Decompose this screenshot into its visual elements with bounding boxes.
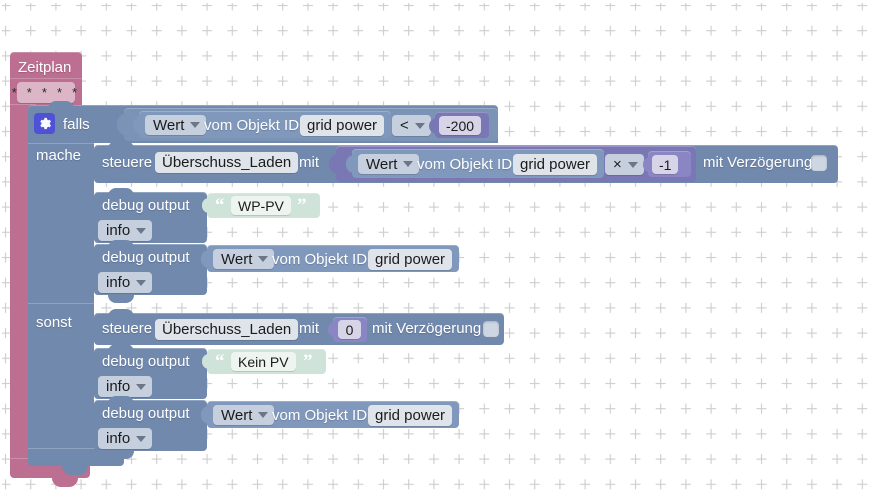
chevron-down-icon xyxy=(627,161,638,168)
else-debug-value-top-nub xyxy=(108,396,134,404)
if-block-if-label: falls xyxy=(63,116,90,133)
chevron-down-icon xyxy=(136,279,147,286)
then-math-object-label: vom Objekt ID xyxy=(417,156,513,173)
if-block-top-nub xyxy=(48,101,74,109)
else-control-with-label: mit xyxy=(299,320,319,337)
else-control-delay-checkbox[interactable] xyxy=(483,321,499,337)
condition-number-field[interactable]: -200 xyxy=(439,116,482,135)
chevron-down-icon xyxy=(403,161,414,167)
schedule-block-title: Zeitplan xyxy=(18,59,72,76)
else-text-open-quote: “ xyxy=(215,351,225,372)
condition-operator-dropdown[interactable]: < xyxy=(392,115,431,136)
else-debug-text-verb: debug output xyxy=(102,353,190,370)
then-text-open-quote: “ xyxy=(215,195,225,216)
then-debug-value-dropdown[interactable]: Wert xyxy=(213,249,275,269)
else-control-target-field[interactable]: Überschuss_Laden xyxy=(155,319,299,340)
else-debug-value-severity-label: info xyxy=(106,430,131,447)
then-debug-object-label: vom Objekt ID xyxy=(272,251,368,268)
else-number-plug xyxy=(328,322,335,337)
then-math-operator-label: × xyxy=(613,156,622,173)
then-text-close-quote: ” xyxy=(297,195,307,216)
else-text-block-plug xyxy=(202,354,209,369)
then-debug-getvalue-plug xyxy=(201,250,209,268)
then-control-delay-label: mit Verzögerung xyxy=(703,154,813,171)
else-debug-text-severity-dropdown[interactable]: info xyxy=(98,376,153,397)
else-control-delay-label: mit Verzögerung xyxy=(372,320,482,337)
then-math-value-dropdown[interactable]: Wert xyxy=(358,154,420,174)
then-math-plug xyxy=(329,154,338,174)
else-debug-object-label: vom Objekt ID xyxy=(272,407,368,424)
schedule-cron-field[interactable]: * * * * * xyxy=(12,82,77,103)
then-math-factor-plug xyxy=(643,157,650,172)
if-block-then-gap xyxy=(28,143,94,303)
then-debug-value-top-nub xyxy=(108,240,134,248)
else-debug-getvalue-plug xyxy=(201,406,209,424)
else-text-close-quote: ” xyxy=(303,351,313,372)
condition-getvalue-plug xyxy=(133,116,141,134)
condition-value-dropdown[interactable]: Wert xyxy=(145,115,207,135)
else-debug-object-id-field[interactable]: grid power xyxy=(368,405,453,426)
blockly-workspace[interactable]: Zeitplan * * * * * falls mache sonst Wer… xyxy=(0,0,878,501)
then-debug-value-verb: debug output xyxy=(102,249,190,266)
chevron-down-icon xyxy=(136,227,147,234)
then-control-with-label: mit xyxy=(299,154,319,171)
then-debug-object-id-field[interactable]: grid power xyxy=(368,249,453,270)
else-debug-value-dropdown[interactable]: Wert xyxy=(213,405,275,425)
then-debug-value-dropdown-label: Wert xyxy=(221,250,253,268)
then-debug-value-bottom-nub xyxy=(108,295,134,303)
then-debug-text-severity-dropdown[interactable]: info xyxy=(98,220,153,241)
else-debug-value-severity-dropdown[interactable]: info xyxy=(98,428,153,449)
condition-object-id-field[interactable]: grid power xyxy=(300,115,385,136)
then-debug-text-top-nub xyxy=(108,188,134,196)
then-debug-value-severity-dropdown[interactable]: info xyxy=(98,272,153,293)
else-debug-text-top-nub xyxy=(108,344,134,352)
else-control-top-nub xyxy=(108,309,134,317)
then-control-target-field[interactable]: Überschuss_Laden xyxy=(155,152,299,173)
condition-object-label: vom Objekt ID xyxy=(204,117,300,134)
chevron-down-icon xyxy=(258,256,269,262)
else-debug-value-verb: debug output xyxy=(102,405,190,422)
chevron-down-icon xyxy=(190,122,201,128)
condition-operator-label: < xyxy=(400,117,409,134)
then-debug-text-verb: debug output xyxy=(102,197,190,214)
else-debug-value-bottom-nub xyxy=(108,451,134,459)
then-debug-text-severity-label: info xyxy=(106,222,131,239)
else-debug-text-severity-label: info xyxy=(106,378,131,395)
condition-compare-plug xyxy=(117,114,126,135)
then-math-operator-dropdown[interactable]: × xyxy=(605,154,644,175)
then-control-delay-checkbox[interactable] xyxy=(811,155,827,171)
then-control-verb: steuere xyxy=(102,154,153,171)
chevron-down-icon xyxy=(258,412,269,418)
if-block-else-label: sonst xyxy=(36,314,72,331)
chevron-down-icon xyxy=(414,122,425,129)
chevron-down-icon xyxy=(136,383,147,390)
then-math-object-id-field[interactable]: grid power xyxy=(513,154,598,175)
then-math-value-dropdown-label: Wert xyxy=(366,155,398,173)
chevron-down-icon xyxy=(136,435,147,442)
schedule-block-bottom-nub xyxy=(52,478,78,487)
then-debug-value-severity-label: info xyxy=(106,274,131,291)
else-control-verb: steuere xyxy=(102,320,153,337)
then-math-getvalue-plug xyxy=(346,155,354,173)
gear-icon[interactable] xyxy=(34,113,55,134)
condition-value-dropdown-label: Wert xyxy=(153,116,185,134)
then-text-block-plug xyxy=(202,198,209,213)
if-block-do-label: mache xyxy=(36,147,82,164)
else-debug-value-dropdown-label: Wert xyxy=(221,406,253,424)
then-math-factor-field[interactable]: -1 xyxy=(652,155,679,174)
then-control-top-nub xyxy=(108,141,134,149)
then-text-field[interactable]: WP-PV xyxy=(231,196,291,215)
else-number-field[interactable]: 0 xyxy=(338,320,361,339)
else-text-field[interactable]: Kein PV xyxy=(231,352,296,371)
